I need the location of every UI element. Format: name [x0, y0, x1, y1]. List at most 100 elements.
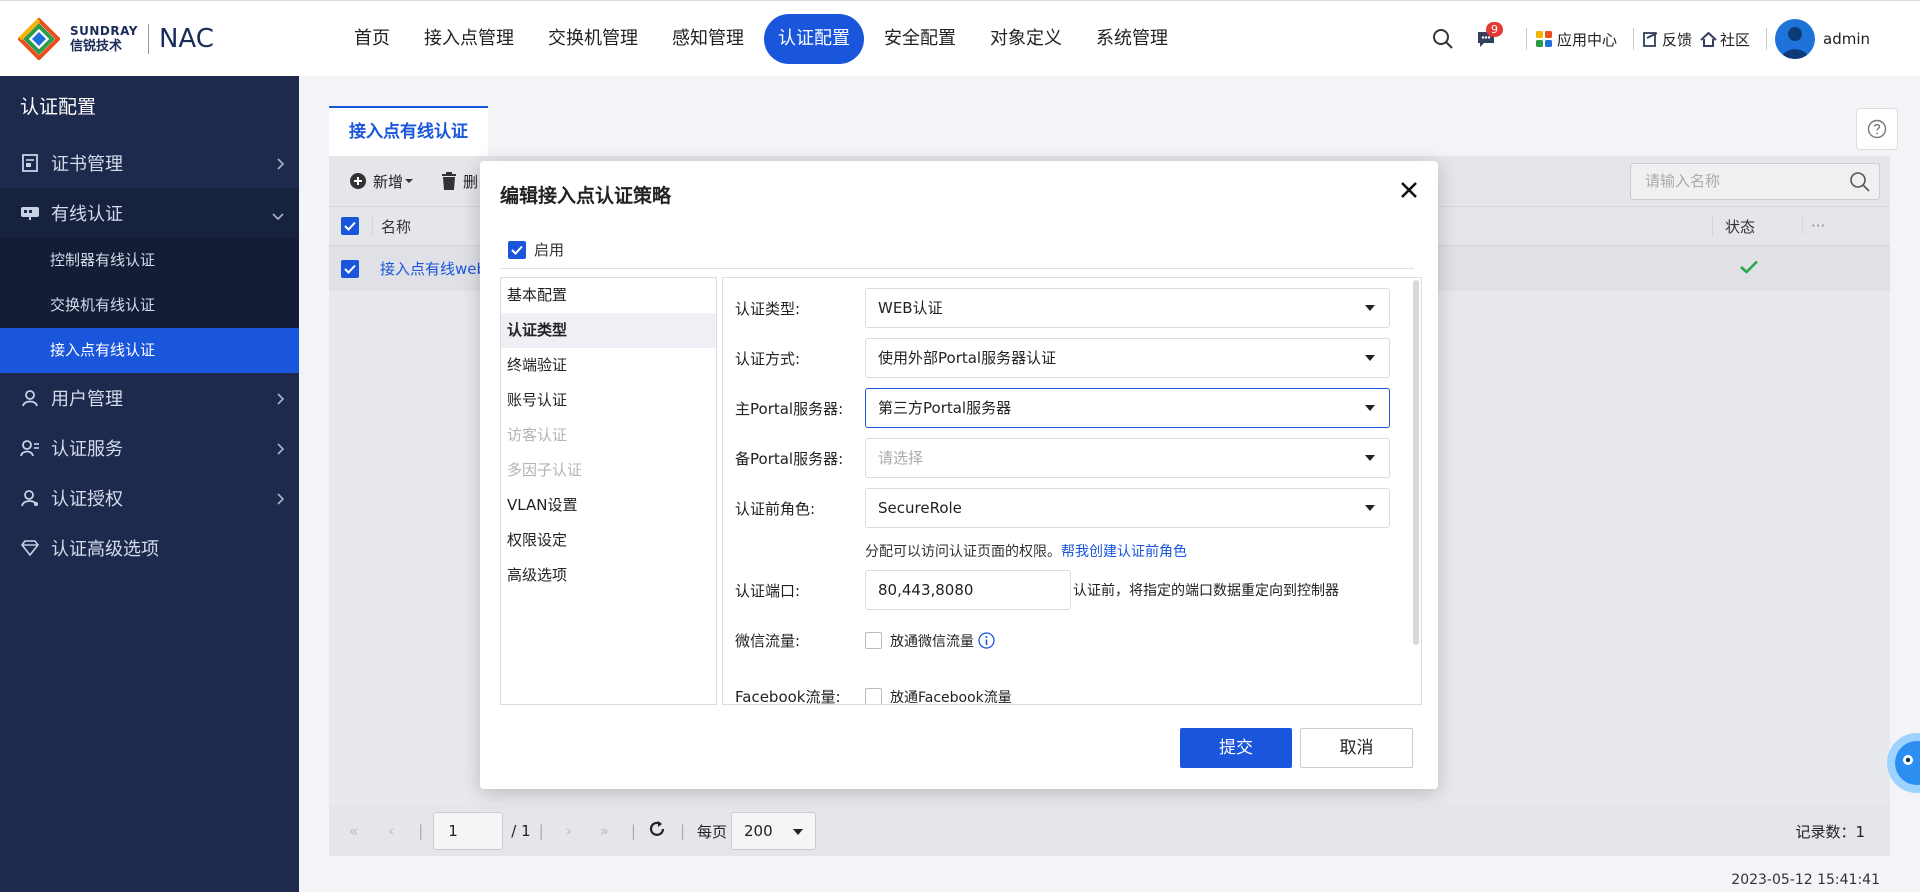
sidebar-item-label: 认证服务	[51, 439, 123, 460]
select-all-checkbox[interactable]	[341, 217, 359, 235]
auth-port-input[interactable]: 80,443,8080	[865, 570, 1071, 610]
auth-port-row: 认证端口: 80,443,8080 认证前，将指定的端口数据重定向到控制器	[735, 570, 1339, 610]
username: admin	[1823, 30, 1870, 48]
info-icon[interactable]	[978, 632, 995, 649]
submit-button[interactable]: 提交	[1180, 728, 1292, 768]
message-button[interactable]: 9	[1476, 22, 1503, 48]
brand-logo[interactable]: SUNDRAY 信锐技术 NAC	[17, 16, 318, 61]
help-button[interactable]	[1856, 108, 1898, 150]
enable-label: 启用	[534, 241, 565, 259]
search-input[interactable]: 请输入名称	[1630, 163, 1880, 200]
primary-portal-row: 主Portal服务器: 第三方Portal服务器	[735, 388, 1390, 428]
search-button[interactable]	[1432, 28, 1454, 50]
page-size-select[interactable]: 200	[731, 812, 817, 850]
caret-down-icon	[1365, 455, 1375, 461]
app-center-link[interactable]: 应用中心	[1535, 29, 1617, 50]
total-pages: / 1	[511, 822, 531, 840]
page-input[interactable]: 1	[433, 812, 504, 850]
enable-checkbox-row[interactable]: 启用	[508, 239, 564, 260]
sidebar-item-authorization[interactable]: 认证授权	[0, 473, 299, 523]
menu-mfa-auth: 多因子认证	[507, 461, 583, 479]
top-header: SUNDRAY 信锐技术 NAC 首页 接入点管理 交换机管理 感知管理 认证配…	[0, 0, 1920, 76]
last-page-icon[interactable]: »	[600, 822, 609, 840]
add-button[interactable]: 新增	[349, 171, 414, 192]
divider	[1766, 28, 1767, 50]
row-checkbox[interactable]	[341, 259, 359, 278]
auth-port-label: 认证端口:	[735, 581, 801, 600]
caret-down-icon	[793, 829, 804, 835]
sidebar-sub-switch-wired[interactable]: 交换机有线认证	[0, 283, 299, 328]
nav-sensing-management[interactable]: 感知管理	[658, 14, 758, 64]
refresh-icon[interactable]	[648, 820, 666, 842]
chevron-right-icon	[275, 390, 285, 411]
diamond-icon	[20, 538, 40, 558]
message-badge: 9	[1485, 22, 1503, 37]
create-role-link[interactable]: 帮我创建认证前角色	[1061, 544, 1187, 560]
caret-down-icon	[1365, 405, 1375, 411]
close-icon[interactable]	[1398, 179, 1420, 201]
nav-home[interactable]: 首页	[340, 14, 404, 64]
nav-security-config[interactable]: 安全配置	[870, 14, 970, 64]
chevron-down-icon	[271, 205, 285, 226]
menu-account-auth[interactable]: 账号认证	[501, 383, 716, 418]
wechat-option: 放通微信流量	[890, 633, 974, 650]
next-page-icon[interactable]: ›	[566, 822, 572, 840]
caret-down-icon	[1365, 505, 1375, 511]
feedback-link[interactable]: 反馈	[1642, 29, 1692, 50]
search-placeholder: 请输入名称	[1645, 172, 1721, 190]
community-link[interactable]: 社区	[1700, 29, 1750, 50]
nav-object-definition[interactable]: 对象定义	[976, 14, 1076, 64]
menu-vlan-settings[interactable]: VLAN设置	[501, 488, 716, 523]
user-menu[interactable]: admin	[1775, 19, 1870, 59]
sidebar-item-auth-service[interactable]: 认证服务	[0, 423, 299, 473]
chevron-right-icon	[275, 155, 285, 176]
sidebar-item-advanced-options[interactable]: 认证高级选项	[0, 523, 299, 573]
divider	[500, 268, 1414, 269]
menu-auth-type[interactable]: 认证类型	[501, 313, 716, 348]
menu-terminal-verify[interactable]: 终端验证	[501, 348, 716, 383]
pre-auth-role-select[interactable]: SecureRole	[865, 488, 1390, 528]
sidebar-item-certificates[interactable]: 证书管理	[0, 138, 299, 188]
logo-mark-icon	[17, 16, 61, 61]
auth-type-select[interactable]: WEB认证	[865, 288, 1390, 328]
logo-en: SUNDRAY	[70, 23, 138, 38]
menu-permission-settings[interactable]: 权限设定	[501, 523, 716, 558]
backup-portal-select[interactable]: 请选择	[865, 438, 1390, 478]
sidebar-item-user-management[interactable]: 用户管理	[0, 373, 299, 423]
sidebar-item-label: 证书管理	[51, 154, 123, 175]
tab-ap-wired-auth[interactable]: 接入点有线认证	[329, 106, 488, 156]
role-hint: 分配可以访问认证页面的权限。帮我创建认证前角色	[865, 541, 1187, 561]
enable-checkbox[interactable]	[508, 240, 526, 259]
add-label: 新增	[373, 172, 404, 191]
wechat-checkbox[interactable]	[865, 632, 882, 649]
auth-method-select[interactable]: 使用外部Portal服务器认证	[865, 338, 1390, 378]
prev-page-icon[interactable]: ‹	[388, 822, 394, 840]
scrollbar[interactable]	[1413, 280, 1419, 645]
sidebar-sub-ap-wired[interactable]: 接入点有线认证	[0, 328, 299, 373]
cancel-button[interactable]: 取消	[1300, 728, 1413, 768]
auth-method-row: 认证方式: 使用外部Portal服务器认证	[735, 338, 1390, 378]
column-more-icon[interactable]: ···	[1802, 217, 1832, 235]
nav-auth-config[interactable]: 认证配置	[764, 13, 864, 64]
pre-auth-role-row: 认证前角色: SecureRole	[735, 488, 1390, 528]
plus-circle-icon	[350, 173, 366, 189]
community-label: 社区	[1719, 30, 1750, 49]
trash-icon	[442, 172, 457, 190]
nav-ap-management[interactable]: 接入点管理	[410, 14, 528, 64]
logo-cn: 信锐技术	[70, 38, 123, 54]
nav-switch-management[interactable]: 交换机管理	[534, 14, 652, 64]
sidebar-sub-controller-wired[interactable]: 控制器有线认证	[0, 238, 299, 283]
first-page-icon[interactable]: «	[349, 822, 358, 840]
chevron-right-icon	[275, 440, 285, 461]
nav-system-management[interactable]: 系统管理	[1082, 14, 1182, 64]
facebook-checkbox[interactable]	[865, 688, 882, 704]
menu-basic-config[interactable]: 基本配置	[501, 278, 716, 313]
assistant-mascot-icon[interactable]	[1884, 730, 1920, 796]
column-status[interactable]: 状态	[1712, 215, 1802, 237]
sidebar-item-wired-auth[interactable]: 有线认证	[0, 188, 299, 238]
delete-button[interactable]: 删	[441, 171, 478, 192]
facebook-option: 放通Facebook流量	[890, 689, 1012, 705]
primary-portal-select[interactable]: 第三方Portal服务器	[865, 388, 1390, 428]
caret-down-icon	[1365, 305, 1375, 311]
menu-advanced-options[interactable]: 高级选项	[501, 558, 716, 593]
